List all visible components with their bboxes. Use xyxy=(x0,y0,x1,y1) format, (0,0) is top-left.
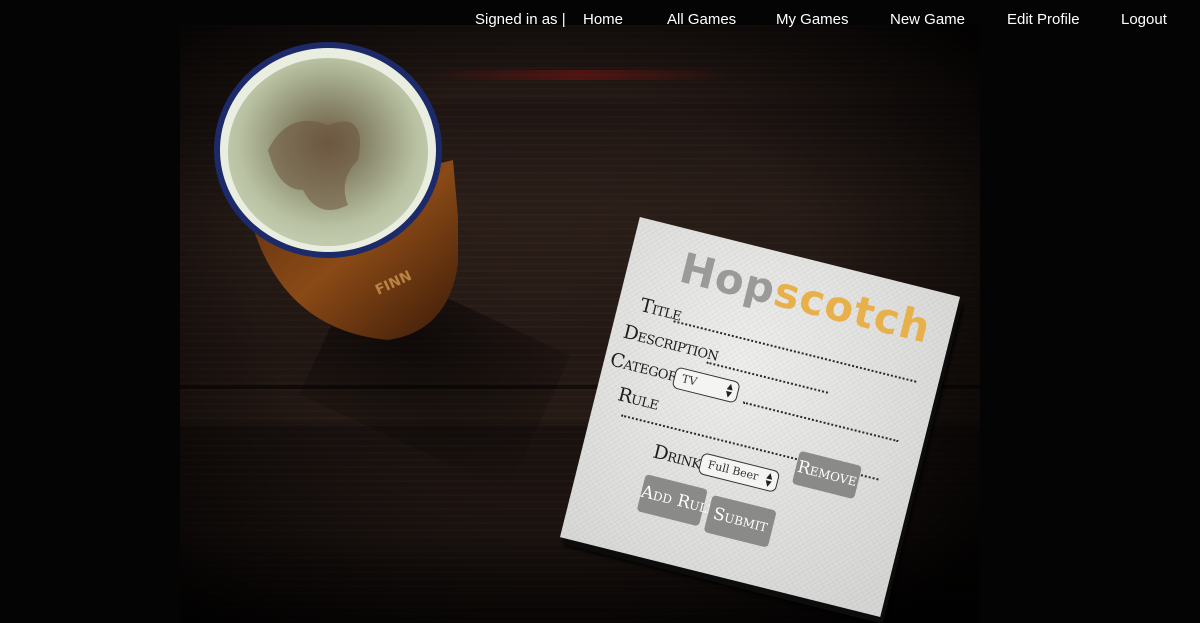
add-rule-button-label: Add Rule xyxy=(639,481,719,520)
logo-hop-text: Hop xyxy=(675,243,782,315)
remove-rule-button[interactable]: Remove xyxy=(791,450,863,500)
signed-in-text: Signed in as | xyxy=(475,11,566,28)
category-selected-value: TV xyxy=(680,372,699,389)
nav-my-games-link[interactable]: My Games xyxy=(776,11,849,28)
select-arrows-icon: ▲ ▼ xyxy=(764,470,775,489)
nav-edit-profile-link[interactable]: Edit Profile xyxy=(1007,11,1080,28)
submit-button-label: Submit xyxy=(711,503,770,537)
select-arrows-icon: ▲ ▼ xyxy=(724,381,735,400)
beer-glass-image: FINN xyxy=(214,42,458,340)
category-select[interactable]: TV ▲ ▼ xyxy=(671,366,741,404)
submit-button[interactable]: Submit xyxy=(703,494,777,548)
drink-selected-value: Full Beer xyxy=(706,458,760,484)
nav-home-link[interactable]: Home xyxy=(583,11,623,28)
category-underline xyxy=(742,401,899,443)
drink-select[interactable]: Full Beer ▲ ▼ xyxy=(697,452,781,493)
nav-all-games-link[interactable]: All Games xyxy=(667,11,736,28)
nav-new-game-link[interactable]: New Game xyxy=(890,11,965,28)
top-nav: Signed in as | Home All Games My Games N… xyxy=(0,0,1200,38)
nav-logout-link[interactable]: Logout xyxy=(1121,11,1167,28)
rule-label: Rule xyxy=(615,383,662,415)
remove-button-label: Remove xyxy=(795,456,860,492)
add-rule-button[interactable]: Add Rule xyxy=(636,474,719,527)
drink-label: Drink xyxy=(650,440,704,474)
